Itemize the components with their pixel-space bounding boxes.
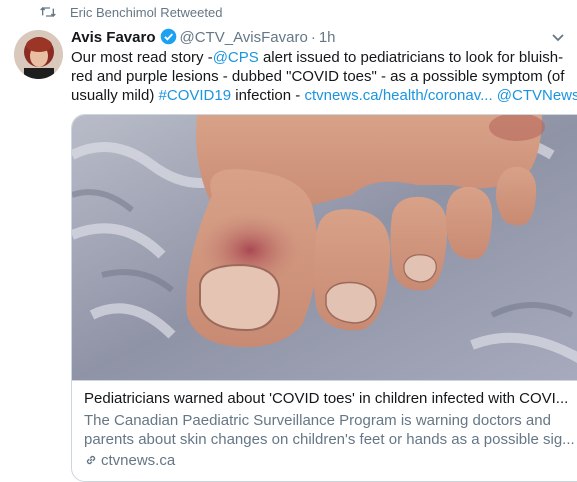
retweet-icon [40, 7, 56, 17]
card-body[interactable]: Pediatricians warned about 'COVID toes' … [72, 380, 577, 481]
tweet-text-segment: usually mild) [71, 87, 159, 104]
avatar-image [14, 30, 63, 79]
card-title[interactable]: Pediatricians warned about 'COVID toes' … [84, 390, 568, 407]
mention-cps[interactable]: @CPS [213, 49, 259, 66]
tweet-line-3: usually mild) #COVID19 infection - ctvne… [71, 86, 577, 105]
tweet-text-segment: alert issued to pediatricians to look fo… [258, 49, 564, 66]
article-link[interactable]: ctvnews.ca/health/coronav... [304, 87, 492, 104]
link-icon [86, 455, 96, 465]
card-domain-text: ctvnews.ca [101, 452, 176, 469]
card-description-line: The Canadian Paediatric Surveillance Pro… [84, 412, 551, 429]
chevron-down-icon[interactable] [551, 33, 565, 43]
author-handle[interactable]: @CTV_AvisFavaro [180, 29, 308, 46]
tweet-line-2: red and purple lesions - dubbed "COVID t… [71, 68, 565, 85]
link-preview-card[interactable]: Pediatricians warned about 'COVID toes' … [71, 114, 577, 482]
tweet-text-segment: Our most read story - [71, 49, 213, 66]
verified-badge-icon [160, 28, 176, 45]
card-domain[interactable]: ctvnews.ca [84, 452, 175, 469]
retweet-label[interactable]: Eric Benchimol Retweeted [70, 5, 222, 20]
tweet-text: Our most read story -@CPS alert issued t… [71, 48, 577, 105]
author-avatar[interactable] [14, 30, 63, 79]
tweet-timestamp[interactable]: 1h [319, 29, 336, 46]
card-description: The Canadian Paediatric Surveillance Pro… [84, 411, 577, 449]
author-name[interactable]: Avis Favaro [71, 29, 156, 46]
card-image[interactable] [72, 115, 577, 380]
tweet-header: Avis Favaro @CTV_AvisFavaro · 1h [71, 28, 336, 48]
hashtag-covid19[interactable]: #COVID19 [159, 87, 232, 104]
separator-dot: · [310, 29, 316, 46]
mention-ctvnews[interactable]: @CTVNews [497, 87, 577, 104]
tweet-line-1: Our most read story -@CPS alert issued t… [71, 48, 576, 67]
retweet-context: Eric Benchimol Retweeted [0, 4, 577, 22]
tweet-text-segment: infection - [231, 87, 305, 104]
card-description-line: parents about skin changes on children's… [84, 431, 575, 448]
